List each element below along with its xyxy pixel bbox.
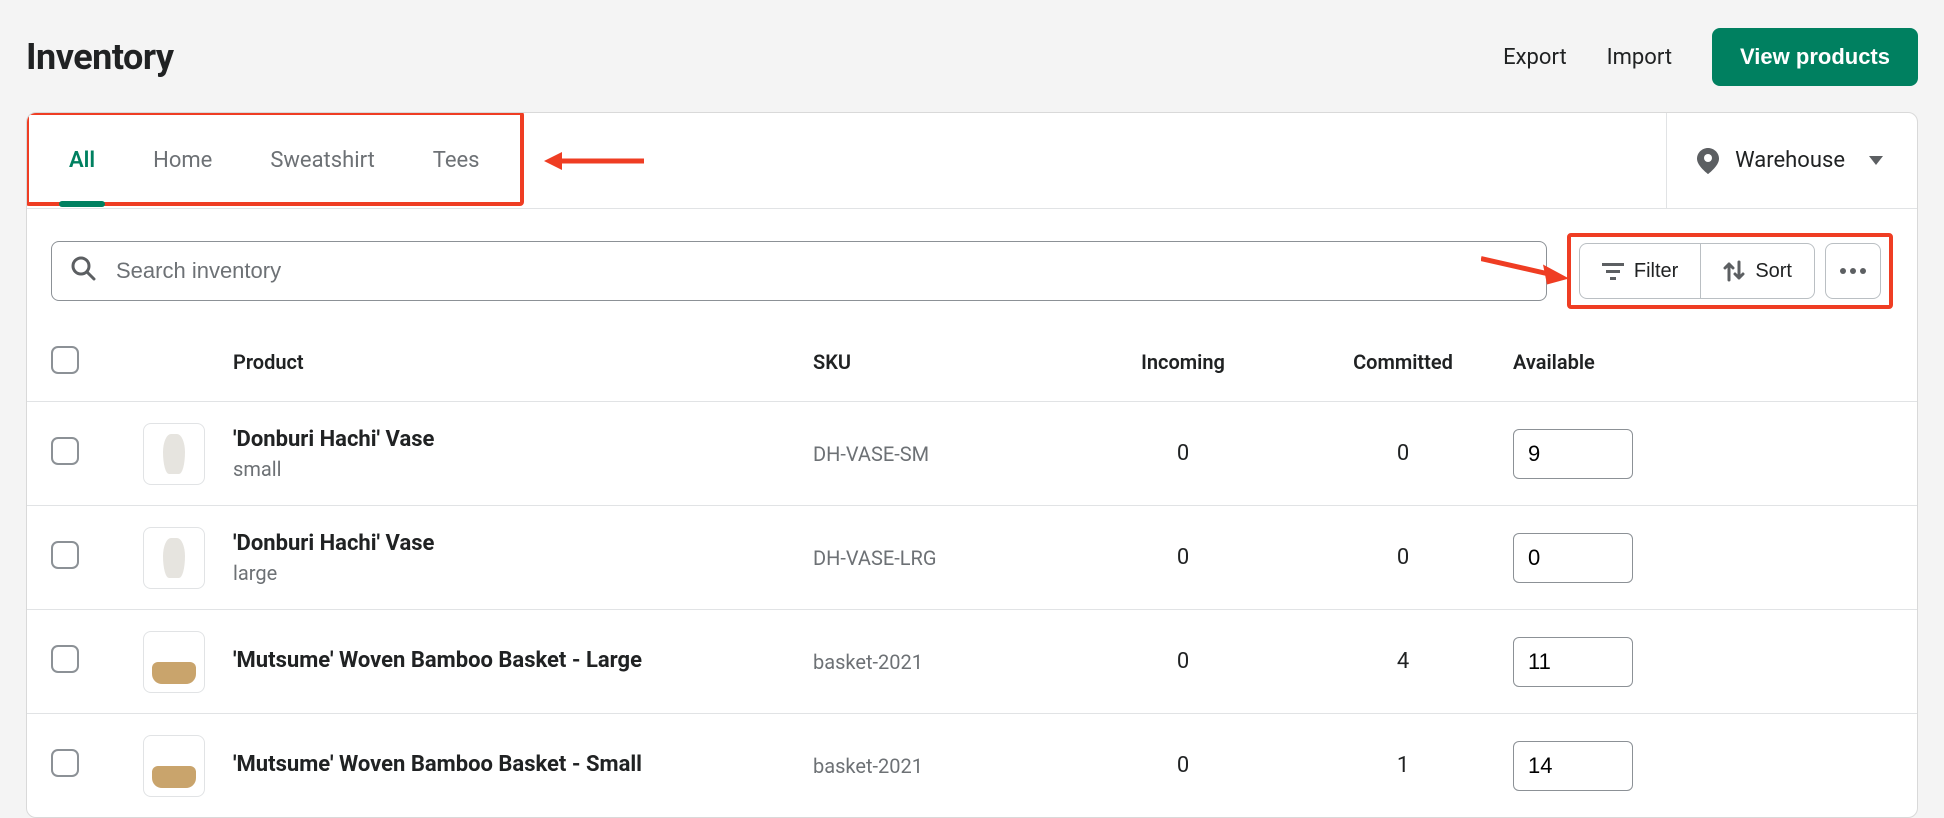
committed-value: 0 <box>1293 441 1513 466</box>
available-input[interactable] <box>1513 429 1633 479</box>
sort-label: Sort <box>1755 260 1792 283</box>
annotation-arrow-right-icon <box>1481 249 1571 294</box>
available-input[interactable] <box>1513 741 1633 791</box>
committed-value: 0 <box>1293 545 1513 570</box>
col-sku: SKU <box>813 350 1073 374</box>
product-sku: basket-2021 <box>813 754 1073 778</box>
view-products-button[interactable]: View products <box>1712 28 1918 86</box>
product-thumbnail <box>143 527 205 589</box>
caret-down-icon <box>1869 156 1883 165</box>
incoming-value: 0 <box>1073 649 1293 674</box>
search-field[interactable] <box>51 241 1547 301</box>
product-sku: DH-VASE-LRG <box>813 546 1073 570</box>
col-incoming: Incoming <box>1073 350 1293 374</box>
sort-button[interactable]: Sort <box>1700 243 1815 299</box>
location-pin-icon <box>1697 148 1719 174</box>
col-product: Product <box>233 350 813 374</box>
product-sku: basket-2021 <box>813 650 1073 674</box>
available-input[interactable] <box>1513 637 1633 687</box>
table-row[interactable]: 'Mutsume' Woven Bamboo Basket - Largebas… <box>27 609 1917 713</box>
row-checkbox[interactable] <box>51 749 79 777</box>
inventory-card: All Home Sweatshirt Tees Warehouse <box>26 112 1918 818</box>
row-checkbox[interactable] <box>51 437 79 465</box>
incoming-value: 0 <box>1073 753 1293 778</box>
col-committed: Committed <box>1293 350 1513 374</box>
tab-sweatshirt[interactable]: Sweatshirt <box>270 116 374 201</box>
product-sku: DH-VASE-SM <box>813 442 1073 466</box>
tab-all[interactable]: All <box>69 116 95 201</box>
committed-value: 1 <box>1293 753 1513 778</box>
search-input[interactable] <box>114 257 1528 285</box>
sort-icon <box>1723 260 1745 282</box>
annotation-arrow-left-icon <box>544 113 644 208</box>
tabs-row: All Home Sweatshirt Tees Warehouse <box>27 113 1917 209</box>
page-title: Inventory <box>26 36 174 78</box>
product-name: 'Donburi Hachi' Vase <box>233 530 813 559</box>
product-name: 'Mutsume' Woven Bamboo Basket - Large <box>233 647 813 676</box>
location-selector[interactable]: Warehouse <box>1666 113 1917 208</box>
product-thumbnail <box>143 423 205 485</box>
table-header: Product SKU Incoming Committed Available <box>27 323 1917 401</box>
tab-tees[interactable]: Tees <box>433 116 480 201</box>
product-thumbnail <box>143 735 205 797</box>
product-thumbnail <box>143 631 205 693</box>
filter-sort-group: Filter Sort <box>1579 243 1815 299</box>
page-header: Inventory Export Import View products <box>26 28 1918 86</box>
product-variant: large <box>233 561 813 585</box>
more-actions-button[interactable] <box>1825 243 1881 299</box>
select-all-checkbox[interactable] <box>51 346 79 374</box>
tab-home[interactable]: Home <box>153 116 212 201</box>
row-checkbox[interactable] <box>51 645 79 673</box>
filter-icon <box>1602 262 1624 280</box>
available-input[interactable] <box>1513 533 1633 583</box>
committed-value: 4 <box>1293 649 1513 674</box>
col-available: Available <box>1513 350 1893 374</box>
product-name: 'Mutsume' Woven Bamboo Basket - Small <box>233 751 813 780</box>
actions-highlight-box: Filter Sort <box>1567 233 1893 309</box>
row-checkbox[interactable] <box>51 541 79 569</box>
location-label: Warehouse <box>1735 148 1845 173</box>
incoming-value: 0 <box>1073 545 1293 570</box>
product-name: 'Donburi Hachi' Vase <box>233 426 813 455</box>
toolbar: Filter Sort <box>27 209 1917 323</box>
filter-button[interactable]: Filter <box>1579 243 1701 299</box>
search-icon <box>70 255 96 287</box>
table-row[interactable]: 'Donburi Hachi' VaselargeDH-VASE-LRG00 <box>27 505 1917 609</box>
table-row[interactable]: 'Mutsume' Woven Bamboo Basket - Smallbas… <box>27 713 1917 817</box>
filter-label: Filter <box>1634 260 1678 283</box>
product-variant: small <box>233 457 813 481</box>
export-link[interactable]: Export <box>1503 45 1567 70</box>
import-link[interactable]: Import <box>1607 45 1672 70</box>
incoming-value: 0 <box>1073 441 1293 466</box>
tabs-highlight-box: All Home Sweatshirt Tees <box>26 112 524 206</box>
more-horizontal-icon <box>1840 268 1866 274</box>
table-row[interactable]: 'Donburi Hachi' VasesmallDH-VASE-SM00 <box>27 401 1917 505</box>
